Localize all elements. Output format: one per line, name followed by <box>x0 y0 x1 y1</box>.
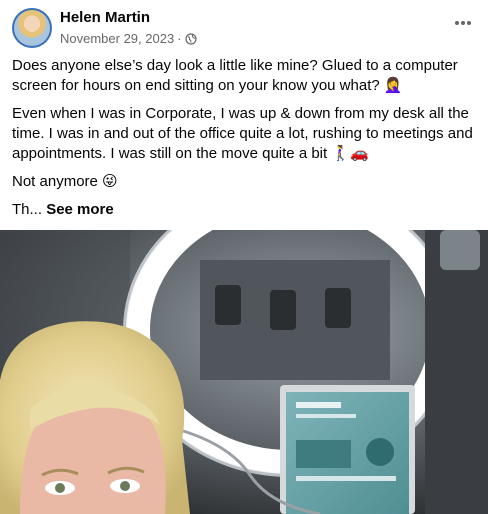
author-name[interactable]: Helen Martin <box>60 9 150 26</box>
more-options-icon[interactable] <box>452 12 474 34</box>
post-paragraph-1: Does anyone else’s day look a little lik… <box>12 57 458 94</box>
post-meta: November 29, 2023 · <box>60 31 197 46</box>
truncated-text: Th... <box>12 201 43 218</box>
avatar[interactable] <box>12 8 52 48</box>
post-header: Helen Martin November 29, 2023 · <box>0 0 488 56</box>
see-more-link[interactable]: See more <box>46 201 114 218</box>
post-date[interactable]: November 29, 2023 <box>60 31 174 46</box>
post-photo[interactable] <box>0 230 488 514</box>
globe-icon[interactable] <box>184 32 197 45</box>
post-truncated-line: Th... See more <box>12 200 482 220</box>
post-body: Does anyone else’s day look a little lik… <box>12 56 482 228</box>
avatar-photo <box>14 10 50 46</box>
post-paragraph-2: Even when I was in Corporate, I was up &… <box>12 105 473 162</box>
post-paragraph-3: Not anymore 😜 <box>12 173 118 190</box>
meta-separator: · <box>177 31 182 46</box>
photo-illustration <box>0 230 488 514</box>
